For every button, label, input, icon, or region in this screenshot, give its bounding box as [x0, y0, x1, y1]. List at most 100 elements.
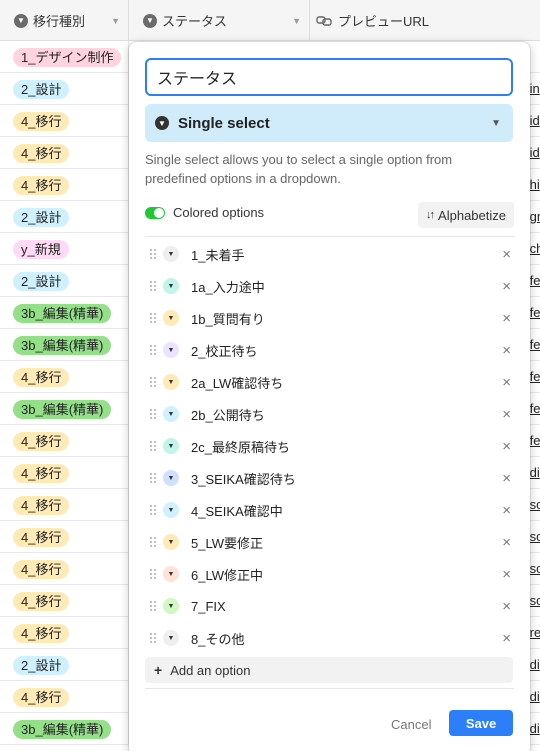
option-color-picker-icon[interactable]: ▼: [163, 470, 179, 486]
remove-option-icon[interactable]: ×: [502, 310, 511, 327]
migration-type-cell[interactable]: 2_設計: [0, 73, 129, 105]
migration-type-cell[interactable]: 4_移行: [0, 681, 129, 713]
migration-type-cell[interactable]: y_新規: [0, 233, 129, 265]
option-item[interactable]: ▼ 7_FIX ×: [145, 590, 513, 622]
remove-option-icon[interactable]: ×: [502, 630, 511, 647]
option-color-picker-icon[interactable]: ▼: [163, 566, 179, 582]
drag-handle-icon[interactable]: [149, 632, 157, 644]
migration-type-cell[interactable]: 4_移行: [0, 489, 129, 521]
remove-option-icon[interactable]: ×: [502, 406, 511, 423]
save-button[interactable]: Save: [449, 710, 513, 736]
alphabetize-button[interactable]: ↓↑ Alphabetize: [418, 202, 514, 228]
drag-handle-icon[interactable]: [149, 312, 157, 324]
option-item[interactable]: ▼ 2c_最終原稿待ち ×: [145, 430, 513, 462]
option-color-picker-icon[interactable]: ▼: [163, 502, 179, 518]
migration-type-cell[interactable]: 4_移行: [0, 137, 129, 169]
option-label[interactable]: 2_校正待ち: [191, 341, 257, 360]
option-label[interactable]: 2c_最終原稿待ち: [191, 437, 290, 456]
column-header-preview-url[interactable]: プレビューURL: [310, 0, 540, 41]
field-name-input[interactable]: [145, 58, 513, 96]
migration-type-cell[interactable]: 4_移行: [0, 585, 129, 617]
drag-handle-icon[interactable]: [149, 536, 157, 548]
migration-type-cell[interactable]: 4_移行: [0, 361, 129, 393]
option-label[interactable]: 1_未着手: [191, 245, 244, 264]
option-label[interactable]: 1a_入力途中: [191, 277, 265, 296]
drag-handle-icon[interactable]: [149, 376, 157, 388]
drag-handle-icon[interactable]: [149, 344, 157, 356]
option-item[interactable]: ▼ 3_SEIKA確認待ち ×: [145, 462, 513, 494]
remove-option-icon[interactable]: ×: [502, 534, 511, 551]
cancel-button[interactable]: Cancel: [391, 712, 431, 736]
option-color-picker-icon[interactable]: ▼: [163, 310, 179, 326]
option-color-picker-icon[interactable]: ▼: [163, 598, 179, 614]
migration-type-cell[interactable]: 2_設計: [0, 265, 129, 297]
column-header-status[interactable]: ▼ ステータス ▼: [129, 0, 310, 41]
option-color-picker-icon[interactable]: ▼: [163, 246, 179, 262]
migration-type-cell[interactable]: 4_移行: [0, 457, 129, 489]
remove-option-icon[interactable]: ×: [502, 246, 511, 263]
option-label[interactable]: 3_SEIKA確認待ち: [191, 469, 296, 488]
remove-option-icon[interactable]: ×: [502, 342, 511, 359]
add-option-button[interactable]: + Add an option: [145, 657, 513, 683]
option-item[interactable]: ▼ 6_LW修正中 ×: [145, 558, 513, 590]
option-item[interactable]: ▼ 1_未着手 ×: [145, 238, 513, 270]
drag-handle-icon[interactable]: [149, 408, 157, 420]
migration-type-cell[interactable]: 4_移行: [0, 105, 129, 137]
option-label[interactable]: 7_FIX: [191, 599, 226, 614]
migration-type-cell[interactable]: 3b_編集(精華): [0, 713, 129, 745]
option-item[interactable]: ▼ 4_SEIKA確認中 ×: [145, 494, 513, 526]
option-color-picker-icon[interactable]: ▼: [163, 342, 179, 358]
migration-type-cell[interactable]: 4_移行: [0, 521, 129, 553]
option-label[interactable]: 6_LW修正中: [191, 565, 263, 584]
colored-options-toggle[interactable]: [145, 206, 165, 219]
migration-type-cell[interactable]: 1_デザイン制作: [0, 41, 129, 73]
remove-option-icon[interactable]: ×: [502, 374, 511, 391]
migration-type-cell[interactable]: 3b_編集(精華): [0, 329, 129, 361]
option-item[interactable]: ▼ 2a_LW確認待ち ×: [145, 366, 513, 398]
chevron-down-icon[interactable]: ▼: [111, 16, 120, 26]
option-color-picker-icon[interactable]: ▼: [163, 630, 179, 646]
drag-handle-icon[interactable]: [149, 504, 157, 516]
option-item[interactable]: ▼ 8_その他 ×: [145, 622, 513, 654]
migration-type-cell[interactable]: 4_移行: [0, 169, 129, 201]
migration-type-cell[interactable]: 4_移行: [0, 425, 129, 457]
option-item[interactable]: ▼ 2_校正待ち ×: [145, 334, 513, 366]
remove-option-icon[interactable]: ×: [502, 566, 511, 583]
migration-type-cell[interactable]: 3b_編集(精華): [0, 297, 129, 329]
drag-handle-icon[interactable]: [149, 568, 157, 580]
drag-handle-icon[interactable]: [149, 248, 157, 260]
option-item[interactable]: ▼ 1a_入力途中 ×: [145, 270, 513, 302]
migration-type-cell[interactable]: 2_設計: [0, 649, 129, 681]
migration-type-cell[interactable]: 4_移行: [0, 617, 129, 649]
migration-type-cell[interactable]: 4_移行: [0, 553, 129, 585]
migration-type-cell[interactable]: 2_設計: [0, 201, 129, 233]
option-label[interactable]: 2a_LW確認待ち: [191, 373, 283, 392]
option-item[interactable]: ▼ 2b_公開待ち ×: [145, 398, 513, 430]
option-label[interactable]: 2b_公開待ち: [191, 405, 265, 424]
option-label[interactable]: 1b_質問有り: [191, 309, 265, 328]
chevron-down-icon[interactable]: ▼: [292, 16, 301, 26]
option-color-picker-icon[interactable]: ▼: [163, 374, 179, 390]
option-label[interactable]: 5_LW要修正: [191, 533, 263, 552]
migration-type-tag: 1_デザイン制作: [13, 47, 122, 67]
remove-option-icon[interactable]: ×: [502, 502, 511, 519]
option-color-picker-icon[interactable]: ▼: [163, 438, 179, 454]
drag-handle-icon[interactable]: [149, 472, 157, 484]
option-item[interactable]: ▼ 1b_質問有り ×: [145, 302, 513, 334]
option-item[interactable]: ▼ 5_LW要修正 ×: [145, 526, 513, 558]
remove-option-icon[interactable]: ×: [502, 598, 511, 615]
option-color-picker-icon[interactable]: ▼: [163, 534, 179, 550]
drag-handle-icon[interactable]: [149, 440, 157, 452]
option-label[interactable]: 8_その他: [191, 629, 244, 648]
column-header-migration-type[interactable]: ▼ 移行種別 ▼: [0, 0, 129, 41]
field-type-select[interactable]: ▼ Single select ▼: [145, 104, 513, 142]
option-label[interactable]: 4_SEIKA確認中: [191, 501, 283, 520]
remove-option-icon[interactable]: ×: [502, 438, 511, 455]
option-color-picker-icon[interactable]: ▼: [163, 278, 179, 294]
drag-handle-icon[interactable]: [149, 600, 157, 612]
option-color-picker-icon[interactable]: ▼: [163, 406, 179, 422]
drag-handle-icon[interactable]: [149, 280, 157, 292]
remove-option-icon[interactable]: ×: [502, 470, 511, 487]
migration-type-cell[interactable]: 3b_編集(精華): [0, 393, 129, 425]
remove-option-icon[interactable]: ×: [502, 278, 511, 295]
